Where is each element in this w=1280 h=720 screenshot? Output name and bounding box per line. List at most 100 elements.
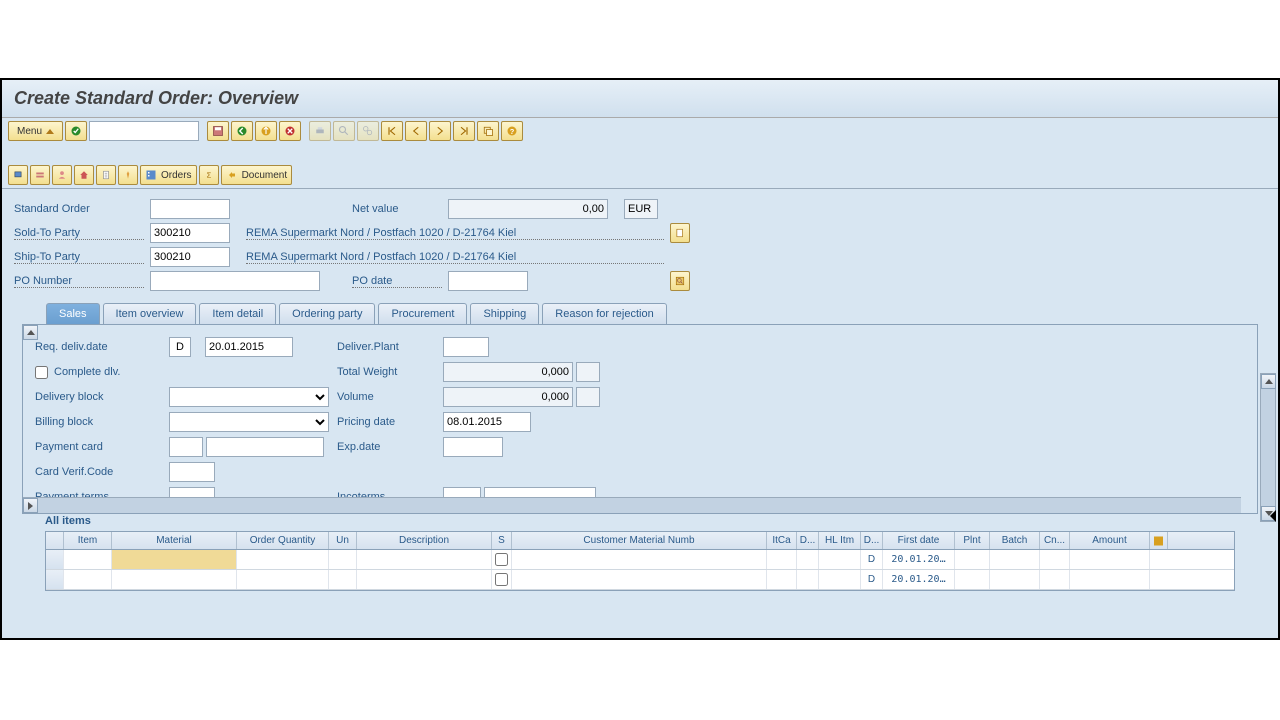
main-scroll-up-icon[interactable] <box>1261 374 1276 389</box>
cancel-icon[interactable] <box>279 121 301 141</box>
exit-icon[interactable] <box>255 121 277 141</box>
req-deliv-label: Req. deliv.date <box>35 341 163 353</box>
sold-to-text: REMA Supermarkt Nord / Postfach 1020 / D… <box>246 227 664 240</box>
net-value-field <box>448 199 608 219</box>
ship-to-label: Ship-To Party <box>14 251 144 264</box>
prev-page-icon[interactable] <box>405 121 427 141</box>
orders-button[interactable]: Orders <box>140 165 197 185</box>
back-icon[interactable] <box>231 121 253 141</box>
menu-button[interactable]: Menu <box>8 121 63 141</box>
note-icon[interactable] <box>96 165 116 185</box>
table-row[interactable]: D20.01.20… <box>46 570 1234 590</box>
scroll-up-icon[interactable] <box>23 325 38 340</box>
tab-hscroll[interactable] <box>23 497 1241 513</box>
help-icon[interactable]: ? <box>501 121 523 141</box>
find-next-icon[interactable] <box>357 121 379 141</box>
first-page-icon[interactable] <box>381 121 403 141</box>
main-vscroll[interactable] <box>1260 373 1276 522</box>
pricing-date-input[interactable] <box>443 412 531 432</box>
deliver-plant-label: Deliver.Plant <box>337 341 437 353</box>
display-icon[interactable] <box>8 165 28 185</box>
find-icon[interactable] <box>333 121 355 141</box>
exp-date-label: Exp.date <box>337 441 437 453</box>
tab-procurement[interactable]: Procurement <box>378 303 467 324</box>
person-icon[interactable] <box>52 165 72 185</box>
house-icon[interactable] <box>74 165 94 185</box>
grid-config-icon[interactable] <box>1150 532 1168 549</box>
grid-col-header[interactable]: Amount <box>1070 532 1150 549</box>
card-number-input[interactable] <box>206 437 324 457</box>
sold-to-input[interactable] <box>150 223 230 243</box>
header-icon[interactable] <box>30 165 50 185</box>
pin-icon[interactable] <box>118 165 138 185</box>
tab-ordering-party[interactable]: Ordering party <box>279 303 375 324</box>
grid-col-header[interactable] <box>46 532 64 549</box>
new-session-icon[interactable] <box>477 121 499 141</box>
req-deliv-date[interactable] <box>205 337 293 357</box>
grid-col-header[interactable]: Un <box>329 532 357 549</box>
billing-block-select[interactable] <box>169 412 329 432</box>
title-bar: Create Standard Order: Overview <box>2 80 1278 118</box>
print-icon[interactable] <box>309 121 331 141</box>
billing-block-label: Billing block <box>35 416 163 428</box>
last-page-icon[interactable] <box>453 121 475 141</box>
volume-field <box>443 387 573 407</box>
main-toolbar: Menu ? <box>2 118 1278 144</box>
sales-tab-body: Req. deliv.date Deliver.Plant Complete d… <box>22 324 1258 514</box>
volume-label: Volume <box>337 391 437 403</box>
grid-col-header[interactable]: Customer Material Numb <box>512 532 767 549</box>
grid-col-header[interactable]: D... <box>797 532 819 549</box>
po-date-input[interactable] <box>448 271 528 291</box>
command-input[interactable] <box>89 121 199 141</box>
tab-item-overview[interactable]: Item overview <box>103 303 197 324</box>
tab-item-detail[interactable]: Item detail <box>199 303 276 324</box>
req-deliv-type[interactable] <box>169 337 191 357</box>
ship-to-input[interactable] <box>150 247 230 267</box>
total-weight-label: Total Weight <box>337 366 437 378</box>
expand-right-icon[interactable] <box>1270 510 1276 522</box>
partner-dialog-icon[interactable] <box>670 223 690 243</box>
save-icon[interactable] <box>207 121 229 141</box>
app-toolbar: Orders Σ Document <box>2 162 1278 189</box>
grid-col-header[interactable]: Plnt <box>955 532 990 549</box>
document-button[interactable]: Document <box>221 165 293 185</box>
po-number-input[interactable] <box>150 271 320 291</box>
grid-col-header[interactable]: Material <box>112 532 237 549</box>
delivery-block-select[interactable] <box>169 387 329 407</box>
sigma-icon[interactable]: Σ <box>199 165 219 185</box>
items-grid: ItemMaterialOrder QuantityUnDescriptionS… <box>45 531 1235 591</box>
grid-col-header[interactable]: HL Itm <box>819 532 861 549</box>
po-search-icon[interactable] <box>670 271 690 291</box>
ship-to-text: REMA Supermarkt Nord / Postfach 1020 / D… <box>246 251 664 264</box>
standard-order-label: Standard Order <box>14 203 144 215</box>
exp-date-input[interactable] <box>443 437 503 457</box>
grid-col-header[interactable]: Batch <box>990 532 1040 549</box>
grid-col-header[interactable]: ItCa <box>767 532 797 549</box>
scroll-right-icon[interactable] <box>23 498 38 513</box>
net-value-label: Net value <box>352 203 442 215</box>
tab-sales[interactable]: Sales <box>46 303 100 324</box>
tab-shipping[interactable]: Shipping <box>470 303 539 324</box>
card-verif-label: Card Verif.Code <box>35 466 163 478</box>
page-title: Create Standard Order: Overview <box>14 88 1266 109</box>
grid-header: ItemMaterialOrder QuantityUnDescriptionS… <box>46 532 1234 550</box>
tab-reason-for-rejection[interactable]: Reason for rejection <box>542 303 666 324</box>
payment-card-label: Payment card <box>35 441 163 453</box>
next-page-icon[interactable] <box>429 121 451 141</box>
grid-col-header[interactable]: First date <box>883 532 955 549</box>
grid-col-header[interactable]: Order Quantity <box>237 532 329 549</box>
grid-col-header[interactable]: Description <box>357 532 492 549</box>
grid-col-header[interactable]: Item <box>64 532 112 549</box>
card-verif-input[interactable] <box>169 462 215 482</box>
grid-col-header[interactable]: S <box>492 532 512 549</box>
complete-dlv-checkbox[interactable] <box>35 366 48 379</box>
check-icon[interactable] <box>65 121 87 141</box>
grid-col-header[interactable]: Cn... <box>1040 532 1070 549</box>
card-type-input[interactable] <box>169 437 203 457</box>
deliver-plant-input[interactable] <box>443 337 489 357</box>
grid-col-header[interactable]: D... <box>861 532 883 549</box>
standard-order-input[interactable] <box>150 199 230 219</box>
total-weight-field <box>443 362 573 382</box>
delivery-block-label: Delivery block <box>35 391 163 403</box>
table-row[interactable]: D20.01.20… <box>46 550 1234 570</box>
